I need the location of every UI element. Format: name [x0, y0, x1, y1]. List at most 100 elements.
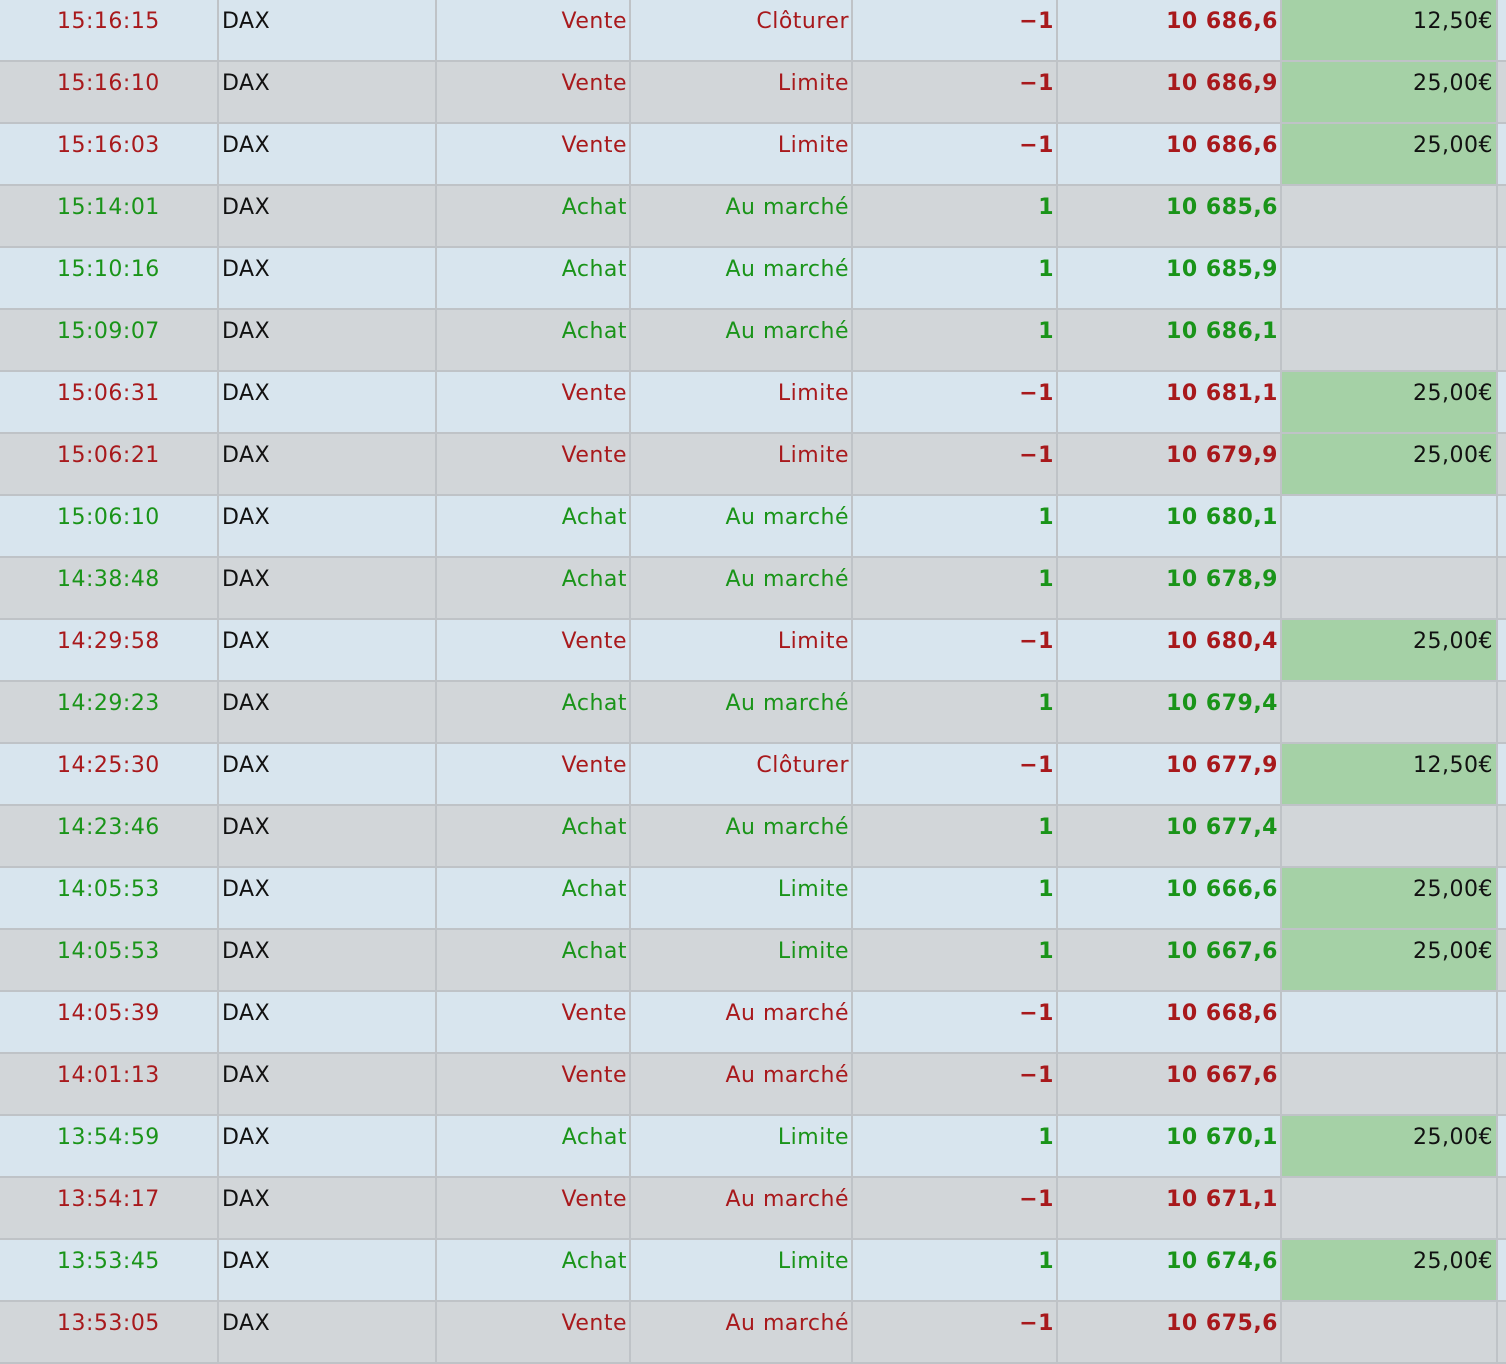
trade-quantity: 1	[853, 930, 1058, 990]
table-row[interactable]: 14:05:53 DAX Achat Limite 1 10 667,6 25,00€	[0, 930, 1506, 992]
row-end-spacer	[1498, 372, 1506, 432]
trade-symbol: DAX	[219, 558, 437, 618]
table-row[interactable]: 14:25:30 DAX Vente Clôturer −1 10 677,9 12,50€	[0, 744, 1506, 806]
trade-time: 13:54:59	[0, 1116, 219, 1176]
trade-time: 13:54:17	[0, 1178, 219, 1238]
trade-symbol: DAX	[219, 186, 437, 246]
trade-time: 14:25:30	[0, 744, 219, 804]
table-row[interactable]: 13:53:05 DAX Vente Au marché −1 10 675,6	[0, 1302, 1506, 1364]
trade-side: Achat	[437, 868, 631, 928]
table-row[interactable]: 15:16:15 DAX Vente Clôturer −1 10 686,6 12,50€	[0, 0, 1506, 62]
table-row[interactable]: 14:29:58 DAX Vente Limite −1 10 680,4 25,00€	[0, 620, 1506, 682]
table-row[interactable]: 14:01:13 DAX Vente Au marché −1 10 667,6	[0, 1054, 1506, 1116]
trade-fee	[1282, 1302, 1498, 1362]
trade-side: Vente	[437, 372, 631, 432]
trade-side: Vente	[437, 1054, 631, 1114]
trade-quantity: −1	[853, 0, 1058, 60]
table-row[interactable]: 15:06:21 DAX Vente Limite −1 10 679,9 25,00€	[0, 434, 1506, 496]
table-row[interactable]: 14:29:23 DAX Achat Au marché 1 10 679,4	[0, 682, 1506, 744]
trade-fee	[1282, 558, 1498, 618]
row-end-spacer	[1498, 744, 1506, 804]
trade-price: 10 680,1	[1058, 496, 1282, 556]
trade-quantity: 1	[853, 1116, 1058, 1176]
trade-side: Vente	[437, 0, 631, 60]
trade-order-type: Limite	[631, 1240, 853, 1300]
trade-order-type: Clôturer	[631, 744, 853, 804]
table-row[interactable]: 14:23:46 DAX Achat Au marché 1 10 677,4	[0, 806, 1506, 868]
trade-side: Achat	[437, 558, 631, 618]
trade-symbol: DAX	[219, 434, 437, 494]
row-end-spacer	[1498, 248, 1506, 308]
trade-price: 10 681,1	[1058, 372, 1282, 432]
row-end-spacer	[1498, 434, 1506, 494]
trade-time: 15:06:10	[0, 496, 219, 556]
trade-order-type: Limite	[631, 62, 853, 122]
trade-quantity: −1	[853, 62, 1058, 122]
trade-order-type: Au marché	[631, 806, 853, 866]
trade-time: 14:01:13	[0, 1054, 219, 1114]
trade-order-type: Au marché	[631, 1178, 853, 1238]
trade-fee	[1282, 806, 1498, 866]
trade-fee: 12,50€	[1282, 744, 1498, 804]
row-end-spacer	[1498, 1116, 1506, 1176]
trade-fee	[1282, 992, 1498, 1052]
table-row[interactable]: 15:06:31 DAX Vente Limite −1 10 681,1 25,00€	[0, 372, 1506, 434]
trade-price: 10 685,9	[1058, 248, 1282, 308]
trade-time: 14:29:58	[0, 620, 219, 680]
trade-fee: 25,00€	[1282, 868, 1498, 928]
table-row[interactable]: 14:05:53 DAX Achat Limite 1 10 666,6 25,00€	[0, 868, 1506, 930]
table-row[interactable]: 15:14:01 DAX Achat Au marché 1 10 685,6	[0, 186, 1506, 248]
table-row[interactable]: 15:16:03 DAX Vente Limite −1 10 686,6 25,00€	[0, 124, 1506, 186]
trade-quantity: −1	[853, 992, 1058, 1052]
table-row[interactable]: 15:06:10 DAX Achat Au marché 1 10 680,1	[0, 496, 1506, 558]
trade-side: Achat	[437, 310, 631, 370]
table-row[interactable]: 15:10:16 DAX Achat Au marché 1 10 685,9	[0, 248, 1506, 310]
trade-symbol: DAX	[219, 124, 437, 184]
trade-price: 10 674,6	[1058, 1240, 1282, 1300]
trade-price: 10 666,6	[1058, 868, 1282, 928]
trade-side: Vente	[437, 62, 631, 122]
table-row[interactable]: 15:09:07 DAX Achat Au marché 1 10 686,1	[0, 310, 1506, 372]
table-row[interactable]: 14:05:39 DAX Vente Au marché −1 10 668,6	[0, 992, 1506, 1054]
trade-price: 10 677,9	[1058, 744, 1282, 804]
trade-price: 10 679,4	[1058, 682, 1282, 742]
trade-order-type: Au marché	[631, 1054, 853, 1114]
trade-time: 15:09:07	[0, 310, 219, 370]
row-end-spacer	[1498, 620, 1506, 680]
trade-quantity: 1	[853, 868, 1058, 928]
row-end-spacer	[1498, 1178, 1506, 1238]
row-end-spacer	[1498, 992, 1506, 1052]
trade-fee: 25,00€	[1282, 434, 1498, 494]
trade-price: 10 670,1	[1058, 1116, 1282, 1176]
trade-order-type: Limite	[631, 372, 853, 432]
trade-time: 15:06:31	[0, 372, 219, 432]
trade-side: Achat	[437, 248, 631, 308]
trade-quantity: 1	[853, 558, 1058, 618]
trade-quantity: 1	[853, 806, 1058, 866]
trade-side: Achat	[437, 186, 631, 246]
trade-symbol: DAX	[219, 248, 437, 308]
table-row[interactable]: 13:54:59 DAX Achat Limite 1 10 670,1 25,00€	[0, 1116, 1506, 1178]
trade-fee	[1282, 496, 1498, 556]
row-end-spacer	[1498, 186, 1506, 246]
trade-quantity: −1	[853, 1302, 1058, 1362]
trade-fee: 12,50€	[1282, 0, 1498, 60]
table-row[interactable]: 15:16:10 DAX Vente Limite −1 10 686,9 25,00€	[0, 62, 1506, 124]
trade-quantity: 1	[853, 496, 1058, 556]
trade-fee	[1282, 248, 1498, 308]
trade-time: 13:53:45	[0, 1240, 219, 1300]
table-row[interactable]: 13:53:45 DAX Achat Limite 1 10 674,6 25,00€	[0, 1240, 1506, 1302]
trade-time: 13:53:05	[0, 1302, 219, 1362]
table-row[interactable]: 13:54:17 DAX Vente Au marché −1 10 671,1	[0, 1178, 1506, 1240]
trade-side: Vente	[437, 1178, 631, 1238]
trade-order-type: Au marché	[631, 310, 853, 370]
trade-time: 14:05:39	[0, 992, 219, 1052]
trade-side: Achat	[437, 1116, 631, 1176]
trade-fee	[1282, 682, 1498, 742]
trade-symbol: DAX	[219, 0, 437, 60]
row-end-spacer	[1498, 682, 1506, 742]
table-row[interactable]: 14:38:48 DAX Achat Au marché 1 10 678,9	[0, 558, 1506, 620]
row-end-spacer	[1498, 558, 1506, 618]
trade-quantity: 1	[853, 186, 1058, 246]
trade-price: 10 667,6	[1058, 930, 1282, 990]
